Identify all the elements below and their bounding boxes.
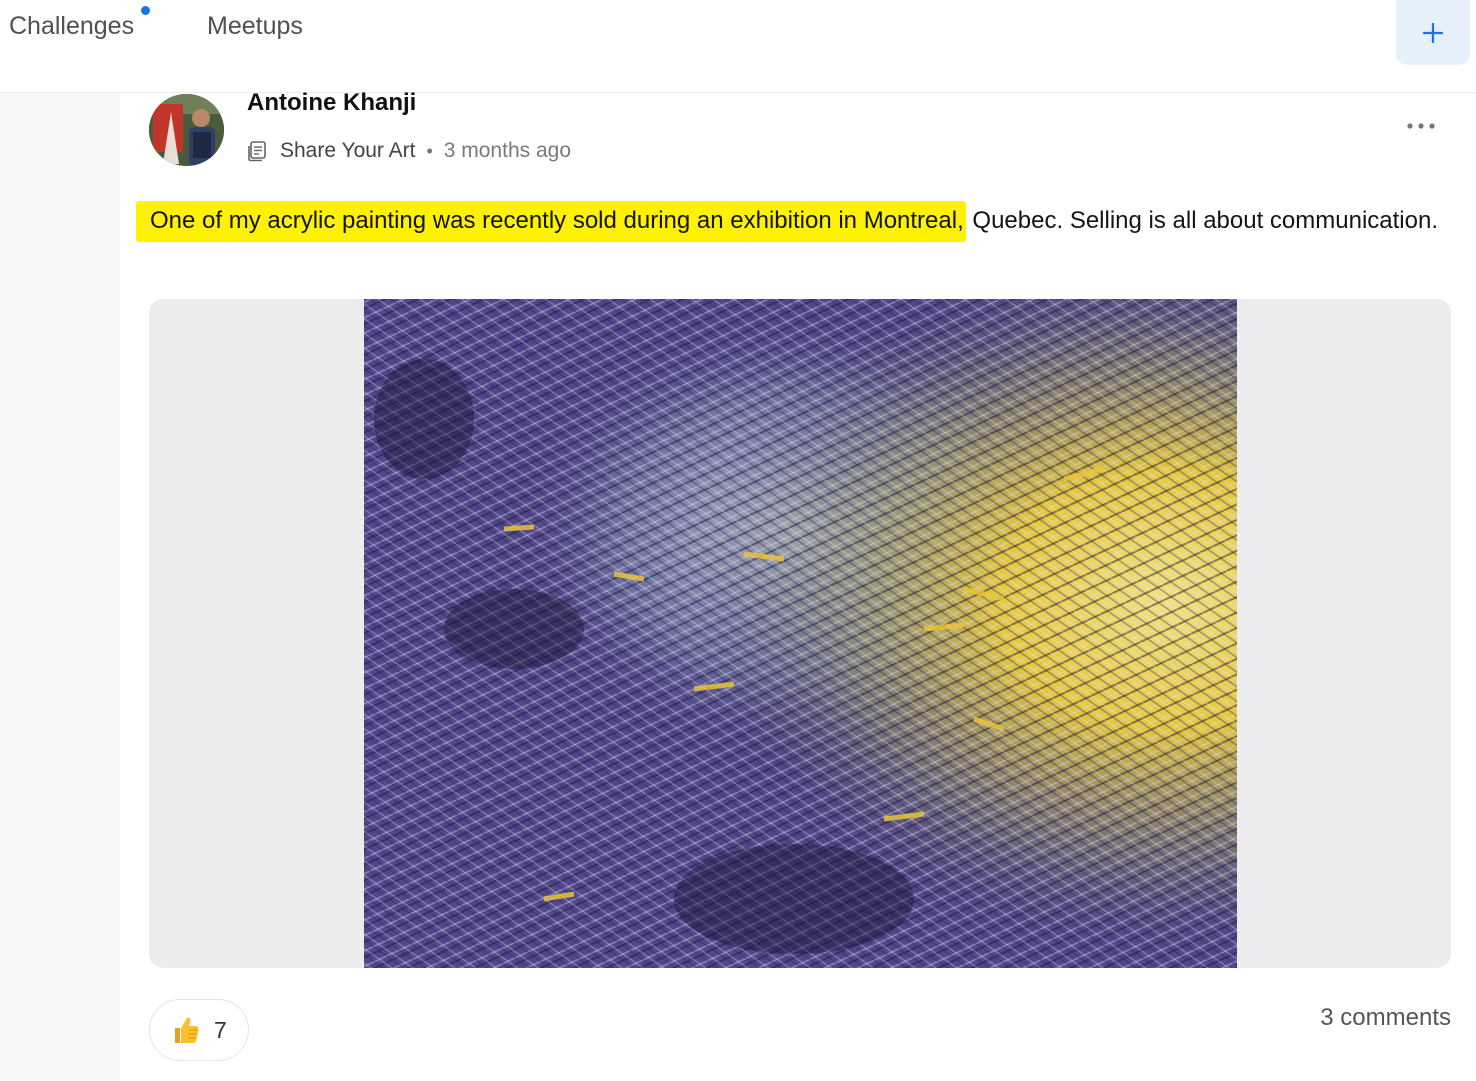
left-gutter [0,94,120,1081]
post-meta: Share Your Art • 3 months ago [246,136,571,166]
tab-challenges[interactable]: Challenges [9,12,134,41]
like-button[interactable]: 7 [149,999,249,1061]
like-count: 7 [214,1016,227,1043]
thumbs-up-icon [175,1017,199,1043]
acrylic-painting-image[interactable] [364,299,1237,968]
document-icon [246,140,268,162]
add-post-button[interactable] [1396,0,1470,65]
plus-icon [1422,22,1444,43]
more-horizontal-icon [1407,123,1435,129]
post-text: One of my acrylic painting was recently … [136,201,1450,242]
post-image-frame [149,299,1451,968]
post-text-rest: Quebec. Selling is all about communicati… [965,207,1439,234]
post-card: Antoine Khanji Share Your Art • 3 months… [120,89,1476,1081]
author-name[interactable]: Antoine Khanji [247,89,416,117]
comments-link[interactable]: 3 comments [1320,1004,1451,1032]
post-timestamp: 3 months ago [443,139,572,162]
avatar[interactable] [149,94,224,166]
category-link[interactable]: Share Your Art [280,139,415,163]
highlighted-text: One of my acrylic painting was recently … [136,201,966,242]
meta-separator: • [426,140,433,161]
more-options-button[interactable] [1403,116,1439,136]
top-navigation: Challenges Meetups [0,0,1476,93]
tab-meetups[interactable]: Meetups [207,12,303,41]
notification-dot [141,6,150,15]
